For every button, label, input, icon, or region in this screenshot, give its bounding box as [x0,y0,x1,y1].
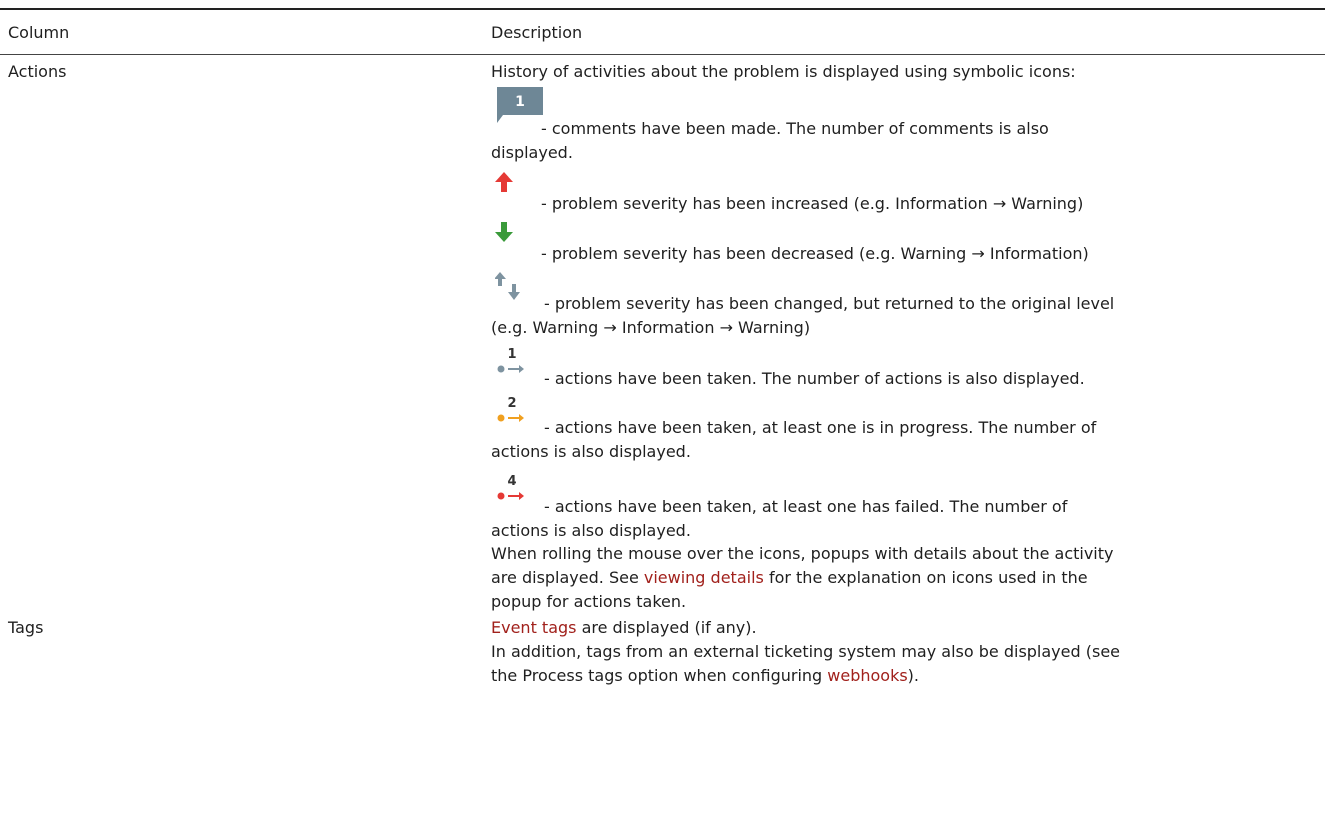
table-row-tags: Tags Event tags are displayed (if any). … [0,605,1325,685]
severity-increased-text: - problem severity has been increased (e… [541,194,1084,213]
header-description: Description [491,22,583,42]
comments-text-2: displayed. [491,143,573,162]
tags-text-1: Event tags are displayed (if any). [491,618,757,637]
tags-description: Event tags are displayed (if any). In ad… [491,616,1311,688]
tags-text-3: the Process tags option when configuring… [491,666,919,685]
comment-count: 1 [515,94,525,110]
webhooks-link[interactable]: webhooks [827,666,907,685]
event-tags-link[interactable]: Event tags [491,618,577,637]
header-column: Column [8,22,70,42]
actions-taken-count: 1 [507,347,516,362]
row-name-actions: Actions [8,62,67,81]
severity-decreased-text: - problem severity has been decreased (e… [541,244,1089,263]
viewing-details-link[interactable]: viewing details [644,568,764,587]
actions-in-progress-count: 2 [507,396,516,411]
table-header-row: Column Description [0,10,1325,54]
documentation-table: Column Description Actions History of ac… [0,8,1325,685]
hover-note-2: are displayed. See viewing details for t… [491,568,1088,587]
actions-failed-count: 4 [507,474,516,489]
actions-in-progress-text-1: - actions have been taken, at least one … [544,418,1097,437]
comments-text-1: - comments have been made. The number of… [541,119,1049,138]
actions-taken-text: - actions have been taken. The number of… [544,369,1085,388]
actions-failed-text-1: - actions have been taken, at least one … [544,497,1068,516]
hover-note-1: When rolling the mouse over the icons, p… [491,544,1114,563]
actions-in-progress-text-2: actions is also displayed. [491,442,691,461]
tags-text-2: In addition, tags from an external ticke… [491,642,1120,661]
actions-failed-text-2: actions is also displayed. [491,521,691,540]
table-row-actions: Actions History of activities about the … [0,55,1325,611]
actions-description: History of activities about the problem … [491,60,1311,611]
severity-changed-text-1: - problem severity has been changed, but… [544,294,1115,313]
actions-intro: History of activities about the problem … [491,62,1076,81]
comment-icon: 1 [497,87,543,123]
row-name-tags: Tags [8,618,44,637]
severity-changed-text-2: (e.g. Warning → Information → Warning) [491,318,811,337]
